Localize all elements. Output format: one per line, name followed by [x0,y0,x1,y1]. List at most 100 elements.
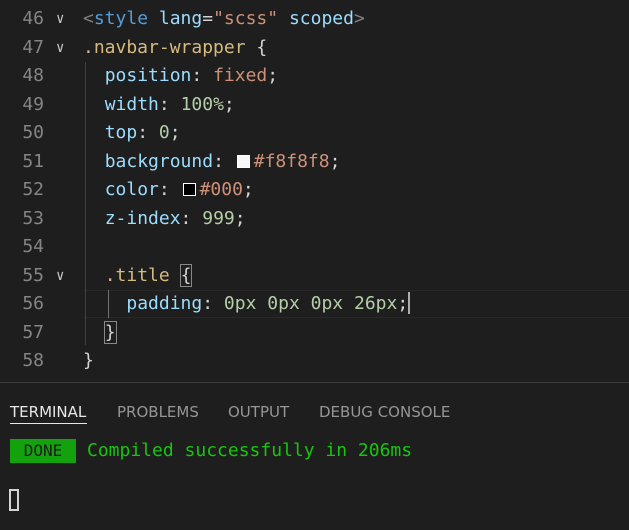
code-line[interactable]: 51 background: #f8f8f8; [0,148,629,176]
line-code: } [83,347,94,375]
bottom-panel: TERMINAL PROBLEMS OUTPUT DEBUG CONSOLE D… [0,382,629,530]
done-badge-label: DONE [23,441,63,460]
line-code: .title { [83,262,193,290]
fold-chevron-icon[interactable]: ∨ [56,262,74,290]
code-line[interactable]: 58} [0,347,629,375]
line-code: background: #f8f8f8; [83,148,341,176]
line-code: width: 100%; [83,91,235,119]
tab-output[interactable]: OUTPUT [228,403,289,421]
code-line[interactable]: 48 position: fixed; [0,62,629,90]
code-token: 100% [180,93,224,115]
line-code: position: fixed; [83,62,278,90]
color-swatch-icon[interactable] [182,183,196,196]
line-number: 52 [22,179,44,200]
code-line[interactable]: 55 ∨ .title { [0,262,629,290]
terminal-cursor[interactable] [9,489,19,511]
code-token: "scss" [213,8,279,29]
code-token: z-index [104,207,181,229]
code-token: ; [242,179,254,200]
code-token: < [83,8,94,29]
code-token: fixed [213,65,268,86]
code-line[interactable]: 56 padding: 0px 0px 0px 26px; [0,290,629,318]
line-number: 56 [22,293,44,314]
fold-chevron-icon[interactable]: ∨ [56,34,74,62]
code-token: 26px [353,293,398,314]
code-token: .title [104,264,170,286]
code-token: width [104,93,159,115]
fold-chevron-icon[interactable]: ∨ [56,5,74,33]
code-token: padding [126,293,203,314]
code-token: top [104,122,138,143]
code-line[interactable]: 52 color: #000; [0,176,629,204]
line-number: 58 [22,350,44,371]
code-token: } [83,350,94,371]
text-cursor [408,292,411,314]
code-token: ; [329,150,341,172]
code-line[interactable]: 54 [0,233,629,261]
line-code: color: #000; [83,176,254,204]
line-number: 55 [22,264,44,286]
code-token: 0 [158,122,170,143]
code-line[interactable]: 57 } [0,319,629,347]
code-token: : [137,122,159,143]
line-code: z-index: 999; [83,205,246,233]
line-code: <style lang="scss" scoped> [83,5,365,33]
code-token: color [104,179,159,200]
line-code: top: 0; [83,119,181,147]
code-token: scoped [288,8,354,29]
line-code: padding: 0px 0px 0px 26px; [83,290,411,318]
code-token: : [213,150,235,172]
line-number: 49 [22,93,44,115]
code-token: : [158,179,181,200]
code-token: 999 [202,207,235,229]
line-number: 57 [22,321,44,343]
code-line[interactable]: 47 ∨ .navbar-wrapper { [0,34,629,62]
code-token: > [353,8,365,29]
tab-debug-console[interactable]: DEBUG CONSOLE [319,403,450,421]
code-token: : [158,93,181,115]
code-token: : [191,65,214,86]
line-number: 47 [22,36,44,58]
compile-message: Compiled successfully in 206ms [87,440,413,461]
code-editor[interactable]: 46 ∨ <style lang="scss" scoped> 47 ∨ .navbar-… [0,0,629,382]
tab-terminal[interactable]: TERMINAL [10,403,86,421]
line-number: 54 [22,236,44,257]
code-token: = [202,8,214,29]
code-token: #f8f8f8 [253,150,330,172]
code-token: : [202,293,224,314]
line-number: 48 [22,65,44,86]
code-token: lang [158,8,203,29]
tab-problems[interactable]: PROBLEMS [117,403,199,421]
line-number: 51 [22,150,44,172]
code-token: ; [169,122,181,143]
line-number: 50 [22,122,44,143]
code-token: : [180,207,203,229]
code-line[interactable]: 50 top: 0; [0,119,629,147]
code-token: .navbar-wrapper [83,36,246,58]
code-line[interactable]: 49 width: 100%; [0,91,629,119]
color-swatch-icon[interactable] [236,154,250,168]
code-token: position [104,65,192,86]
done-badge: DONE [10,439,76,463]
code-token: background [104,150,214,172]
matched-brace: { [179,263,193,287]
line-code: .navbar-wrapper { [83,34,267,62]
code-line[interactable]: 46 ∨ <style lang="scss" scoped> [0,5,629,33]
code-token: ; [397,293,409,314]
code-line[interactable]: 53 z-index: 999; [0,205,629,233]
code-token: 0px [223,293,257,314]
line-number: 46 [22,8,44,29]
